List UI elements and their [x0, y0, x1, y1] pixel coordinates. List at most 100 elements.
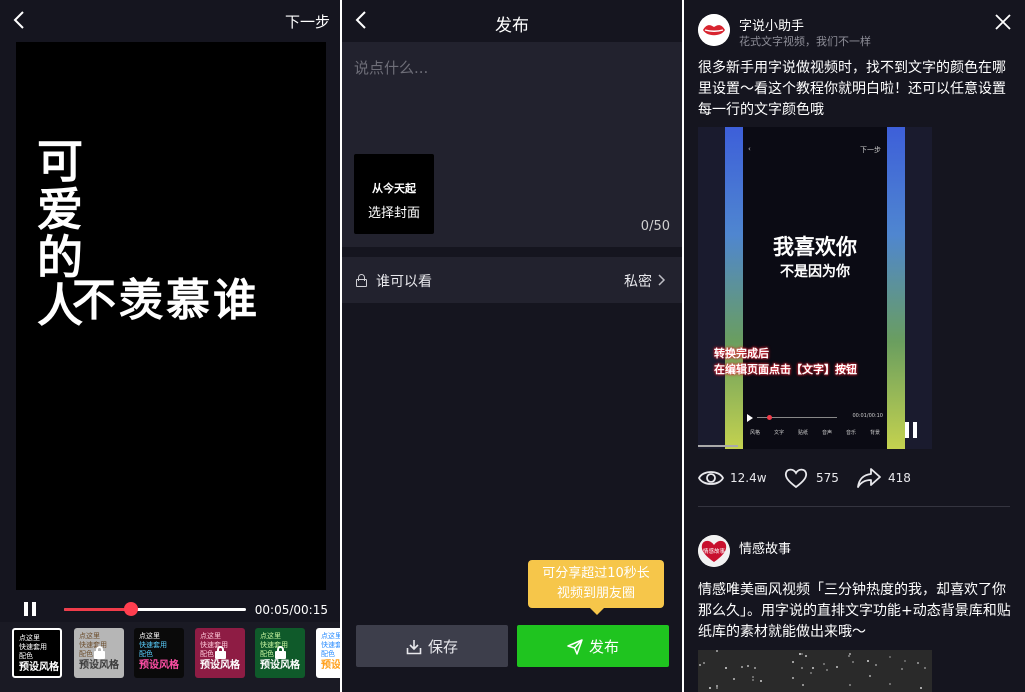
eye-icon	[698, 467, 724, 489]
avatar[interactable]: 情感故事	[698, 535, 730, 567]
heart-logo-icon: 情感故事	[698, 535, 730, 567]
lock-icon	[94, 646, 105, 658]
visibility-row[interactable]: 谁可以看 私密	[342, 257, 682, 303]
mini-tool-1: 风格	[750, 429, 760, 436]
video-headline: 我喜欢你	[743, 231, 887, 261]
send-icon	[567, 639, 583, 655]
views-count: 12.4w	[730, 471, 767, 485]
post-stats: 12.4w 575 418	[698, 465, 1014, 491]
save-label: 保存	[428, 638, 458, 656]
video-pause-icon[interactable]	[905, 422, 917, 438]
back-button[interactable]	[12, 11, 26, 29]
save-button[interactable]: 保存	[356, 625, 508, 667]
download-icon	[406, 639, 422, 655]
share-tooltip: 可分享超过10秒长 视频到朋友圈	[528, 560, 664, 608]
post-author[interactable]: 情感故事	[739, 538, 791, 557]
style-card-5[interactable]: 点这里快速套用配色预设风格	[255, 628, 305, 678]
video-editor-screen: 下一步 可爱的人 不羡慕谁 00:05/00:15 点这里快速套用配色预设风格点…	[0, 0, 340, 692]
visibility-value: 私密	[624, 271, 652, 291]
caption-input[interactable]: 说点什么...	[354, 57, 428, 78]
style-line-1: 点这里	[321, 632, 340, 641]
page-title: 发布	[342, 11, 682, 36]
lock-icon	[215, 646, 226, 658]
video-text-horizontal: 不羡慕谁	[72, 264, 260, 328]
mini-tool-3: 贴纸	[798, 429, 808, 436]
likes-stat[interactable]: 575	[784, 465, 844, 491]
style-line-2: 快速套用	[19, 643, 60, 652]
style-card-6[interactable]: 点这里快速套用配色预设风格	[316, 628, 340, 678]
progress-thumb[interactable]	[124, 602, 138, 616]
mini-time: 00:01/00:10	[852, 413, 883, 419]
post-author[interactable]: 字说小助手	[739, 15, 804, 34]
lips-logo-icon	[698, 14, 730, 46]
close-icon[interactable]	[995, 14, 1011, 30]
publish-button[interactable]: 发布	[517, 625, 669, 667]
cover-label: 选择封面	[354, 202, 434, 221]
post-video[interactable]	[698, 650, 932, 692]
tooltip-line-2: 视频到朋友圈	[528, 584, 664, 604]
playback-time: 00:05/00:15	[255, 603, 328, 617]
preset-style-strip: 点这里快速套用配色预设风格点这里快速套用配色预设风格点这里快速套用配色预设风格点…	[0, 622, 340, 692]
style-label: 预设风格	[19, 661, 60, 674]
select-cover-button[interactable]: 从今天起 选择封面	[354, 154, 434, 234]
lock-icon	[275, 646, 286, 658]
style-line-1: 点这里	[79, 632, 124, 641]
mini-toolbar: 风格 文字 贴纸 音声 音乐 背景	[743, 429, 887, 436]
mini-next-label: 下一步	[860, 145, 881, 155]
style-card-2[interactable]: 点这里快速套用配色预设风格	[74, 628, 124, 678]
style-card-3[interactable]: 点这里快速套用配色预设风格	[134, 628, 184, 678]
mini-player-bar: 00:01/00:10 风格 文字 贴纸 音声 音乐 背景	[743, 411, 887, 449]
divider	[698, 506, 1010, 507]
style-line-3: 配色	[321, 650, 340, 659]
publish-label: 发布	[589, 638, 619, 656]
mini-play-icon	[747, 414, 753, 422]
style-line-1: 点这里	[139, 632, 184, 641]
lock-icon	[356, 274, 367, 286]
progress-slider[interactable]	[64, 608, 246, 611]
style-label: 预设风格	[139, 659, 184, 672]
style-line-1: 点这里	[260, 632, 305, 641]
avatar-text: 情感故事	[703, 547, 726, 555]
post-tagline: 花式文字视频，我们不一样	[739, 33, 871, 49]
style-line-1: 点这里	[200, 632, 245, 641]
mini-tool-2: 文字	[774, 429, 784, 436]
mini-tool-6: 背景	[870, 429, 880, 436]
video-preview[interactable]: 可爱的人 不羡慕谁	[16, 42, 326, 590]
caption-composer: 说点什么... 从今天起 选择封面 0/50	[342, 42, 682, 247]
style-line-3: 配色	[139, 650, 184, 659]
style-card-4[interactable]: 点这里快速套用配色预设风格	[195, 628, 245, 678]
style-label: 预设风格	[321, 659, 340, 672]
shares-stat[interactable]: 418	[856, 465, 916, 491]
progress-fill	[64, 608, 131, 611]
style-label: 预设风格	[260, 659, 305, 672]
mini-tool-5: 音乐	[846, 429, 856, 436]
avatar[interactable]	[698, 14, 730, 46]
style-line-2: 快速套用	[321, 641, 340, 650]
video-caption-2: 在编辑页面点击【文字】按钮	[714, 361, 914, 377]
video-subheadline: 不是因为你	[743, 261, 887, 281]
style-label: 预设风格	[200, 659, 245, 672]
chevron-right-icon	[658, 274, 666, 286]
editor-header: 下一步	[0, 0, 340, 40]
feed-screen: 字说小助手 花式文字视频，我们不一样 很多新手用字说做视频时，找不到文字的颜色在…	[684, 0, 1025, 692]
style-line-1: 点这里	[19, 634, 60, 643]
views-stat: 12.4w	[698, 465, 778, 491]
post-text: 很多新手用字说做视频时，找不到文字的颜色在哪里设置～看这个教程你就明白啦！还可以…	[698, 58, 1014, 121]
style-label: 预设风格	[79, 659, 124, 672]
screenshot-collage: 下一步 可爱的人 不羡慕谁 00:05/00:15 点这里快速套用配色预设风格点…	[0, 0, 1025, 692]
pause-button[interactable]	[24, 602, 38, 616]
shares-count: 418	[888, 471, 911, 485]
chevron-left-icon	[12, 11, 26, 29]
tooltip-line-1: 可分享超过10秒长	[528, 564, 664, 584]
style-line-3: 配色	[19, 652, 60, 661]
publish-header: 发布	[342, 0, 682, 42]
publish-screen: 发布 说点什么... 从今天起 选择封面 0/50 谁可以看 私密 可分享超过1…	[342, 0, 682, 692]
style-line-2: 快速套用	[139, 641, 184, 650]
post-video[interactable]: ‹ 下一步 我喜欢你 不是因为你 00:01/00:10 风格 文字 贴纸 音声 音乐 背景…	[698, 127, 932, 449]
mini-tool-4: 音声	[822, 429, 832, 436]
mini-back-icon: ‹	[748, 145, 751, 153]
visibility-label: 谁可以看	[376, 271, 432, 291]
likes-count: 575	[816, 471, 839, 485]
next-step-button[interactable]: 下一步	[285, 11, 330, 32]
style-card-1[interactable]: 点这里快速套用配色预设风格	[12, 628, 62, 678]
